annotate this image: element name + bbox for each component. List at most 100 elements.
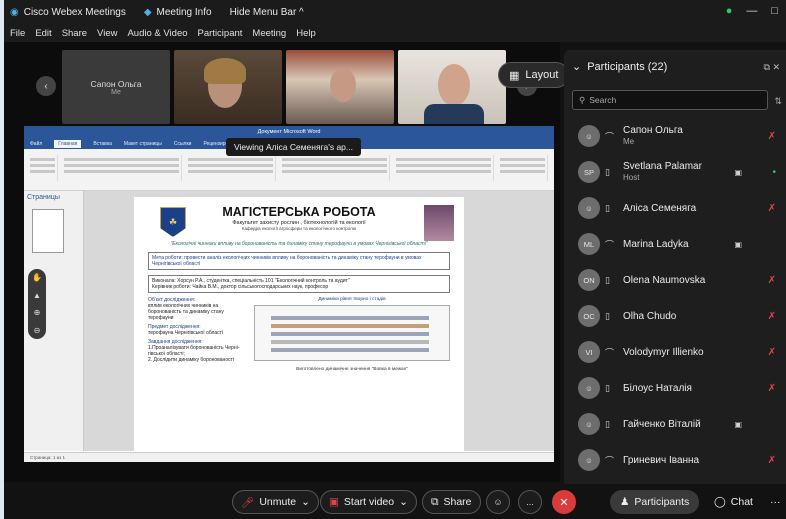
- menu-audio-video[interactable]: Audio & Video: [127, 28, 187, 39]
- hide-menu-bar-button[interactable]: Hide Menu Bar ^: [230, 7, 304, 18]
- participants-button[interactable]: ♟ Participants: [610, 490, 700, 514]
- collapse-chevron-icon: ⌄: [572, 61, 582, 73]
- participant-row[interactable]: OC ▯ Olha Chudo ✗: [564, 298, 786, 334]
- university-emblem-icon: ☘: [160, 207, 186, 237]
- chart-bar: [271, 316, 429, 320]
- participant-row[interactable]: ☺ ▯ Гайченко Віталій ▣: [564, 406, 786, 442]
- mic-muted-icon[interactable]: ✗: [768, 203, 776, 214]
- word-tab: Ссылки: [173, 140, 192, 147]
- word-tab: Макет страницы: [123, 140, 162, 147]
- zoom-out-icon[interactable]: ⊖: [34, 326, 41, 335]
- participants-header[interactable]: ⌄ Participants (22): [572, 60, 667, 74]
- pointer-icon[interactable]: ▲: [33, 291, 41, 300]
- participant-role: Me: [623, 137, 635, 146]
- avatar: VI: [578, 341, 600, 363]
- participant-row[interactable]: ☺ ⌒ Гриневич Іванна ✗: [564, 442, 786, 478]
- participant-face: [330, 68, 356, 102]
- video-tile[interactable]: [398, 50, 506, 124]
- menu-help[interactable]: Help: [296, 28, 316, 39]
- participant-hair: [204, 58, 246, 84]
- participant-row[interactable]: ON ▯ Olena Naumovska ✗: [564, 262, 786, 298]
- phone-icon: ▯: [605, 382, 610, 393]
- sort-icon[interactable]: ⇅: [774, 96, 782, 107]
- prev-video-button[interactable]: ‹: [36, 76, 56, 96]
- phone-icon: ▯: [605, 202, 610, 213]
- popout-icon[interactable]: ⧉ ✕: [764, 62, 780, 73]
- participant-row[interactable]: ☺ ⌒ Сапон Ольга Me ✗: [564, 118, 786, 154]
- mic-muted-icon[interactable]: ✗: [768, 455, 776, 466]
- participant-name: Volodymyr Illienko: [623, 347, 704, 358]
- participant-name: Olena Naumovska: [623, 275, 705, 286]
- overflow-menu-button[interactable]: ···: [766, 490, 785, 514]
- maximize-icon[interactable]: □: [771, 5, 778, 17]
- video-tile[interactable]: [286, 50, 394, 124]
- unmute-button[interactable]: 🎤︎ Unmute ⌄: [232, 490, 319, 514]
- menu-view[interactable]: View: [97, 28, 117, 39]
- doc-goal-box: Мета роботи: провести аналіз екологічних…: [148, 252, 450, 270]
- participant-name: Сапон Ольга Me: [623, 125, 683, 147]
- chart-bar: [271, 332, 429, 336]
- document-page: ☘ МАГІСТЕРСЬКА РОБОТА Факультет захисту …: [134, 197, 464, 451]
- shared-screen[interactable]: Документ Microsoft Word Файл Главная Вст…: [24, 126, 554, 462]
- avatar: ☺: [578, 413, 600, 435]
- menu-edit[interactable]: Edit: [35, 28, 51, 39]
- menu-participant[interactable]: Participant: [198, 28, 243, 39]
- zoom-in-icon[interactable]: ⊕: [34, 308, 41, 317]
- menu-share[interactable]: Share: [62, 28, 87, 39]
- mic-muted-icon[interactable]: ✗: [768, 347, 776, 358]
- webex-window: ◉ Cisco Webex Meetings ◆ Meeting Info Hi…: [4, 0, 786, 519]
- doc-goal: Мета роботи: провести аналіз екологічних…: [152, 255, 422, 267]
- chat-icon: ◯: [714, 496, 726, 508]
- viewing-banner[interactable]: Viewing Аліса Семеняга's ар...: [226, 138, 361, 156]
- menu-meeting[interactable]: Meeting: [252, 28, 286, 39]
- leave-meeting-button[interactable]: ✕: [552, 490, 576, 514]
- doc-department: Кафедра екології агросфери та екологічно…: [241, 226, 357, 231]
- participant-row[interactable]: SP ▯ Svetlana Palamar Host ▣ •: [564, 154, 786, 190]
- mic-muted-icon[interactable]: ✗: [768, 311, 776, 322]
- video-tile-self[interactable]: Сапон Ольга Me: [62, 50, 170, 124]
- ribbon-group: [280, 155, 390, 181]
- meeting-info-button[interactable]: ◆ Meeting Info: [144, 7, 212, 18]
- page-thumbnail: [32, 209, 64, 253]
- participant-row[interactable]: VI ⌒ Volodymyr Illienko ✗: [564, 334, 786, 370]
- video-tile[interactable]: [174, 50, 282, 124]
- word-tab: Главная: [54, 139, 82, 148]
- reactions-button[interactable]: ☺: [486, 490, 510, 514]
- mic-muted-icon[interactable]: ✗: [768, 275, 776, 286]
- participant-name: Аліса Семеняга: [623, 203, 696, 214]
- start-video-button[interactable]: ▣ Start video ⌄: [320, 490, 417, 514]
- video-off-icon: ▣: [329, 496, 339, 508]
- phone-icon: ▯: [605, 274, 610, 285]
- hand-icon[interactable]: ✋: [32, 273, 42, 282]
- minimize-icon[interactable]: —: [746, 5, 757, 17]
- mic-on-icon[interactable]: •: [772, 167, 776, 178]
- ribbon-group: [186, 155, 276, 181]
- headset-icon: ⌒: [605, 455, 615, 466]
- participant-name-text: Гриневич Іванна: [623, 454, 700, 466]
- camera-icon: ▣: [734, 239, 742, 249]
- doc-chart-title: Динаміка рівня творно і стадів: [318, 297, 386, 302]
- share-button[interactable]: ⧉ Share: [422, 490, 481, 514]
- mic-muted-icon[interactable]: ✗: [768, 131, 776, 142]
- chat-button[interactable]: ◯ Chat: [704, 490, 763, 514]
- doc-chart: [254, 305, 450, 361]
- participants-search-input[interactable]: ⚲ Search: [572, 90, 768, 110]
- participant-name-text: Olena Naumovska: [623, 274, 706, 286]
- layout-button[interactable]: ▦ Layout: [498, 62, 570, 88]
- participant-name: Гайченко Віталій: [623, 419, 701, 430]
- title-bar: ◉ Cisco Webex Meetings ◆ Meeting Info Hi…: [4, 0, 786, 24]
- chart-bar: [271, 348, 429, 352]
- status-icon: ●: [725, 5, 733, 17]
- participant-name-text: Volodymyr Illienko: [623, 346, 704, 358]
- doc-task: 2. Дослідити динаміку боронованості: [148, 357, 234, 363]
- participant-row[interactable]: ☺ ▯ Аліса Семеняга ✗: [564, 190, 786, 226]
- menu-file[interactable]: File: [10, 28, 25, 39]
- chevron-down-icon[interactable]: ⌄: [399, 496, 408, 508]
- participant-row[interactable]: ☺ ▯ Білоус Наталія ✗: [564, 370, 786, 406]
- mic-muted-icon[interactable]: ✗: [768, 383, 776, 394]
- phone-icon: ▯: [605, 310, 610, 321]
- chevron-down-icon[interactable]: ⌄: [301, 496, 310, 508]
- camera-icon: ▣: [734, 419, 742, 429]
- more-options-button[interactable]: ...: [518, 490, 542, 514]
- participant-row[interactable]: ML ⌒ Marina Ladyka ▣: [564, 226, 786, 262]
